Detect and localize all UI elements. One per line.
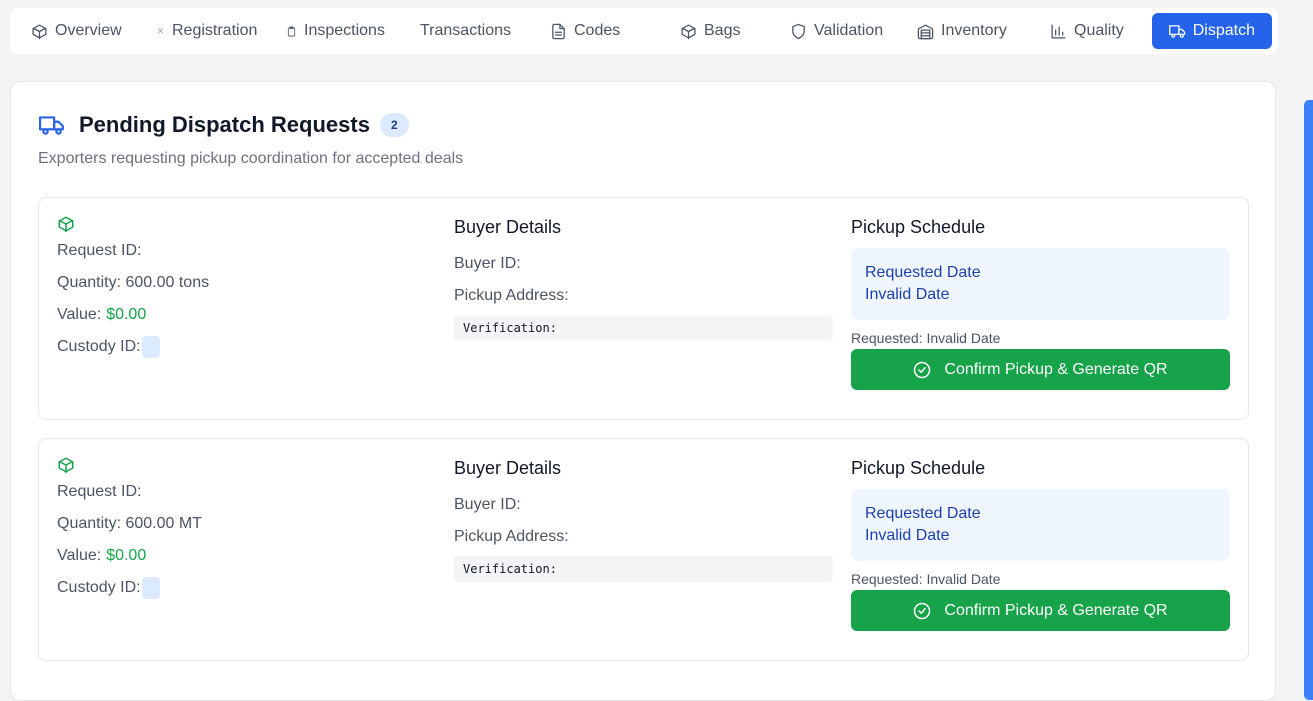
panel-subtitle: Exporters requesting pickup coordination…	[38, 150, 464, 167]
buyer-details: Buyer Details Buyer ID: Pickup Address: …	[454, 217, 833, 341]
confirm-pickup-label: Confirm Pickup & Generate QR	[944, 601, 1168, 619]
requested-date-label: Requested Date	[865, 264, 981, 281]
value-label: Value:	[57, 306, 102, 323]
requested-note: Requested: Invalid Date	[851, 571, 1001, 587]
buyer-details: Buyer Details Buyer ID: Pickup Address: …	[454, 458, 833, 582]
tab-label: Inventory	[941, 22, 1007, 39]
value-label: Value:	[57, 547, 102, 564]
truck-icon	[1168, 24, 1185, 38]
custody-row: Custody ID:	[57, 331, 209, 363]
tab-label: Quality	[1074, 22, 1124, 39]
top-tab-bar: Overview ✕ Registration Inspections Tran…	[10, 8, 1278, 54]
confirm-pickup-button[interactable]: Confirm Pickup & Generate QR	[851, 590, 1230, 631]
verification-code: Verification:	[454, 315, 833, 341]
custody-id-chip	[141, 336, 160, 358]
box-icon	[681, 23, 696, 39]
tab-inventory[interactable]: Inventory	[914, 13, 1047, 49]
requested-date-value: Invalid Date	[865, 527, 950, 544]
tab-overview[interactable]: Overview	[28, 13, 153, 49]
quantity-text: Quantity: 600.00 tons	[57, 274, 210, 291]
tab-registration[interactable]: ✕ Registration	[153, 13, 283, 49]
tab-label: Codes	[574, 22, 621, 39]
pickup-schedule-title: Pickup Schedule	[851, 217, 986, 237]
page-title: Pending Dispatch Requests	[79, 112, 370, 137]
buyer-id-label: Buyer ID:	[454, 255, 521, 272]
value-amount: $0.00	[106, 306, 147, 323]
tab-quality[interactable]: Quality	[1047, 13, 1147, 49]
pickup-address-label: Pickup Address:	[454, 528, 569, 545]
custody-id-chip	[141, 577, 160, 599]
requested-date-label: Requested Date	[865, 505, 981, 522]
tab-label: Bags	[704, 22, 741, 39]
tab-label: Overview	[55, 22, 122, 39]
check-circle-icon	[914, 361, 931, 378]
tab-label: Inspections	[304, 22, 385, 39]
panel-header: Pending Dispatch Requests 2	[38, 112, 409, 138]
quantity-text: Quantity: 600.00 MT	[57, 515, 202, 532]
custody-label: Custody ID:	[57, 338, 141, 355]
requested-date-box: Requested Date Invalid Date	[851, 248, 1230, 320]
dispatch-request-card: Request ID: Quantity: 600.00 tons Value:…	[38, 197, 1249, 420]
request-info: Request ID: Quantity: 600.00 tons Value:…	[57, 215, 209, 363]
confirm-pickup-button[interactable]: Confirm Pickup & Generate QR	[851, 349, 1230, 390]
tab-validation[interactable]: Validation	[787, 13, 914, 49]
value-row: Value: $0.00	[57, 299, 209, 331]
tab-dispatch[interactable]: Dispatch	[1151, 13, 1272, 49]
verification-code: Verification:	[454, 556, 833, 582]
tab-label: Validation	[814, 22, 884, 39]
shield-icon	[792, 23, 805, 39]
small-dot-icon: ✕	[156, 25, 165, 36]
check-circle-icon	[914, 602, 931, 619]
pickup-address-label: Pickup Address:	[454, 287, 569, 304]
package-icon	[57, 215, 209, 233]
custody-label: Custody ID:	[57, 579, 141, 596]
count-badge: 2	[379, 113, 409, 137]
tab-transactions[interactable]: Transactions	[417, 13, 547, 49]
box-icon	[32, 23, 47, 39]
pickup-schedule: Pickup Schedule Requested Date Invalid D…	[851, 458, 1230, 631]
buyer-details-title: Buyer Details	[454, 217, 562, 237]
custody-row: Custody ID:	[57, 572, 202, 604]
dispatch-request-card: Request ID: Quantity: 600.00 MT Value: $…	[38, 438, 1249, 661]
scrollbar[interactable]	[1304, 100, 1313, 700]
tab-label: Registration	[172, 22, 258, 39]
document-icon	[552, 23, 565, 39]
truck-icon	[39, 116, 64, 135]
requested-date-box: Requested Date Invalid Date	[851, 489, 1230, 561]
tab-codes[interactable]: Codes	[547, 13, 677, 49]
request-id-label: Request ID:	[57, 483, 142, 500]
requested-date-value: Invalid Date	[865, 286, 950, 303]
tab-label: Transactions	[420, 22, 511, 39]
tab-bags[interactable]: Bags	[677, 13, 787, 49]
confirm-pickup-label: Confirm Pickup & Generate QR	[944, 360, 1168, 378]
dispatch-panel: Pending Dispatch Requests 2 Exporters re…	[10, 81, 1276, 701]
tab-inspections[interactable]: Inspections	[283, 13, 417, 49]
tab-label: Dispatch	[1192, 22, 1255, 39]
value-row: Value: $0.00	[57, 540, 202, 572]
pickup-schedule-title: Pickup Schedule	[851, 458, 986, 478]
warehouse-icon	[917, 23, 934, 39]
bar-chart-icon	[1051, 23, 1066, 39]
pickup-schedule: Pickup Schedule Requested Date Invalid D…	[851, 217, 1230, 390]
package-icon	[57, 456, 202, 474]
request-id-label: Request ID:	[57, 242, 142, 259]
request-info: Request ID: Quantity: 600.00 MT Value: $…	[57, 456, 202, 604]
value-amount: $0.00	[106, 547, 147, 564]
clipboard-icon	[287, 26, 296, 36]
buyer-id-label: Buyer ID:	[454, 496, 521, 513]
buyer-details-title: Buyer Details	[454, 458, 562, 478]
requested-note: Requested: Invalid Date	[851, 330, 1001, 346]
